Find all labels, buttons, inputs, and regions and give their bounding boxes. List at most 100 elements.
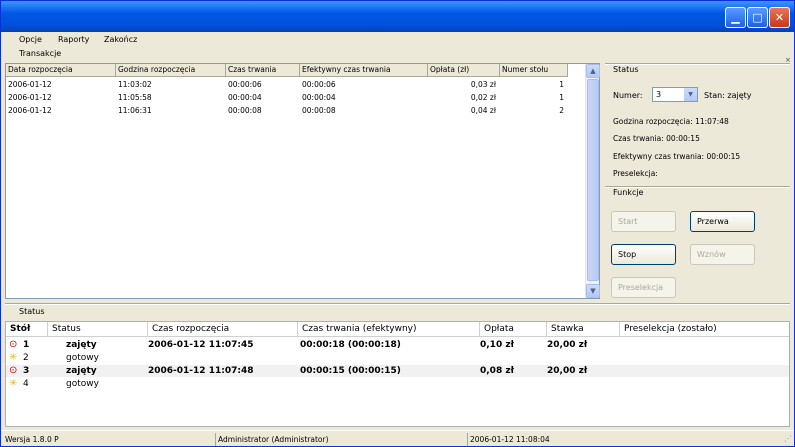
status-table-group-label: Status bbox=[19, 307, 45, 316]
numer-label: Numer: bbox=[613, 91, 643, 100]
table-start: 2006-01-12 11:07:48 bbox=[148, 366, 254, 376]
table-status: gotowy bbox=[66, 353, 99, 363]
pause-button[interactable]: Przerwa bbox=[690, 211, 755, 232]
vertical-scrollbar[interactable]: ▲ ▼ bbox=[585, 64, 600, 298]
table-duration: 00:00:15 (00:00:15) bbox=[300, 366, 401, 376]
user-label: Administrator (Administrator) bbox=[215, 433, 465, 446]
scroll-up-arrow-icon[interactable]: ▲ bbox=[586, 64, 600, 78]
table-status: zajęty bbox=[66, 366, 97, 376]
close-button[interactable]: ✕ bbox=[769, 7, 790, 28]
cell-table-number: 1 bbox=[559, 93, 564, 102]
col-header-fee[interactable]: Opłata (zł) bbox=[428, 64, 500, 77]
cell-fee: 0,03 zł bbox=[470, 80, 496, 89]
menu-raporty[interactable]: Raporty bbox=[58, 35, 89, 44]
table-row[interactable]: 2006-01-12 11:05:58 00:00:04 00:00:04 0,… bbox=[6, 91, 599, 104]
list-item[interactable]: ⊙ 1 zajęty 2006-01-12 11:07:45 00:00:18 … bbox=[6, 339, 789, 351]
cell-effective-duration: 00:00:08 bbox=[302, 106, 336, 115]
chevron-down-icon[interactable]: ▼ bbox=[684, 88, 697, 101]
transactions-table[interactable]: Data rozpoczęcia Godzina rozpoczęcia Cza… bbox=[5, 63, 600, 299]
col-header-start-time[interactable]: Godzina rozpoczęcia bbox=[116, 64, 226, 77]
col-header-date[interactable]: Data rozpoczęcia bbox=[6, 64, 116, 77]
sun-icon: ✳ bbox=[9, 352, 18, 363]
cell-table-number: 1 bbox=[559, 80, 564, 89]
cell-duration: 00:00:06 bbox=[228, 80, 262, 89]
preselection-info: Preselekcja: bbox=[613, 169, 658, 178]
menu-bar: Opcje Raporty Zakończ bbox=[1, 32, 794, 49]
col-header-table-number[interactable]: Numer stołu bbox=[500, 64, 568, 77]
title-bar[interactable]: ▁ □ ✕ bbox=[1, 1, 794, 32]
list-item[interactable]: ⊙ 3 zajęty 2006-01-12 11:07:48 00:00:15 … bbox=[6, 365, 789, 377]
status-table-header: Stół Status Czas rozpoczęcia Czas trwani… bbox=[6, 322, 789, 337]
datetime-label: 2006-01-12 11:08:04 bbox=[467, 433, 767, 446]
dock-close-icon[interactable]: × bbox=[785, 56, 791, 64]
col-header-duration[interactable]: Czas trwania bbox=[226, 64, 300, 77]
cell-fee: 0,02 zł bbox=[470, 93, 496, 102]
cell-table-number: 2 bbox=[559, 106, 564, 115]
status-table-divider bbox=[5, 303, 790, 305]
duration-info: Czas trwania: 00:00:15 bbox=[613, 134, 700, 143]
start-time-info: Godzina rozpoczęcia: 11:07:48 bbox=[613, 117, 729, 126]
col-header-preselection[interactable]: Preselekcja (zostało) bbox=[620, 322, 790, 337]
preselection-button[interactable]: Preselekcja bbox=[611, 277, 676, 298]
transactions-group-label: Transakcje bbox=[19, 49, 62, 58]
col-header-table[interactable]: Stół bbox=[6, 322, 48, 337]
sun-icon: ✳ bbox=[9, 378, 18, 389]
cell-date: 2006-01-12 bbox=[8, 93, 52, 102]
scroll-down-arrow-icon[interactable]: ▼ bbox=[586, 284, 600, 298]
cell-date: 2006-01-12 bbox=[8, 80, 52, 89]
clock-icon: ⊙ bbox=[9, 365, 18, 376]
cell-start-time: 11:05:58 bbox=[118, 93, 152, 102]
list-item[interactable]: ✳ 2 gotowy bbox=[6, 352, 789, 364]
maximize-button[interactable]: □ bbox=[747, 7, 768, 28]
table-rate: 20,00 zł bbox=[547, 366, 588, 376]
table-status: gotowy bbox=[66, 379, 99, 389]
application-window: ▁ □ ✕ Opcje Raporty Zakończ Transakcje D… bbox=[0, 0, 795, 447]
table-fee: 0,08 zł bbox=[480, 366, 514, 376]
table-duration: 00:00:18 (00:00:18) bbox=[300, 340, 401, 350]
cell-effective-duration: 00:00:06 bbox=[302, 80, 336, 89]
cell-duration: 00:00:04 bbox=[228, 93, 262, 102]
col-header-effective-duration[interactable]: Efektywny czas trwania bbox=[300, 64, 428, 77]
cell-effective-duration: 00:00:04 bbox=[302, 93, 336, 102]
minimize-button[interactable]: ▁ bbox=[725, 7, 746, 28]
numer-select-value: 3 bbox=[656, 90, 662, 99]
table-number: 2 bbox=[23, 353, 29, 363]
table-number: 3 bbox=[23, 366, 30, 376]
functions-group-label: Funkcje bbox=[613, 188, 644, 197]
list-item[interactable]: ✳ 4 gotowy bbox=[6, 378, 789, 390]
table-status: zajęty bbox=[66, 340, 97, 350]
table-rate: 20,00 zł bbox=[547, 340, 588, 350]
status-group-label: Status bbox=[613, 65, 639, 74]
scroll-thumb[interactable] bbox=[587, 79, 599, 281]
clock-icon: ⊙ bbox=[9, 339, 18, 350]
table-row[interactable]: 2006-01-12 11:03:02 00:00:06 00:00:06 0,… bbox=[6, 78, 599, 91]
tables-status-list[interactable]: Stół Status Czas rozpoczęcia Czas trwani… bbox=[5, 321, 790, 427]
resize-grip-icon[interactable]: ⋰ bbox=[784, 434, 792, 443]
cell-date: 2006-01-12 bbox=[8, 106, 52, 115]
cell-start-time: 11:03:02 bbox=[118, 80, 152, 89]
cell-fee: 0,04 zł bbox=[470, 106, 496, 115]
cell-start-time: 11:06:31 bbox=[118, 106, 152, 115]
col-header-status[interactable]: Status bbox=[48, 322, 148, 337]
table-number: 1 bbox=[23, 340, 30, 350]
effective-duration-info: Efektywny czas trwania: 00:00:15 bbox=[613, 152, 741, 161]
cell-duration: 00:00:08 bbox=[228, 106, 262, 115]
resume-button[interactable]: Wznów bbox=[690, 244, 755, 265]
col-header-duration-effective[interactable]: Czas trwania (efektywny) bbox=[298, 322, 480, 337]
table-row[interactable]: 2006-01-12 11:06:31 00:00:08 00:00:08 0,… bbox=[6, 104, 599, 117]
transactions-header: Data rozpoczęcia Godzina rozpoczęcia Cza… bbox=[6, 64, 585, 77]
menu-zakoncz[interactable]: Zakończ bbox=[104, 35, 137, 44]
status-bar: Wersja 1.8.0 P Administrator (Administra… bbox=[1, 430, 794, 446]
col-header-rate[interactable]: Stawka bbox=[547, 322, 620, 337]
table-fee: 0,10 zł bbox=[480, 340, 514, 350]
stan-label: Stan: zajęty bbox=[704, 91, 752, 100]
col-header-start[interactable]: Czas rozpoczęcia bbox=[148, 322, 298, 337]
col-header-fee[interactable]: Opłata bbox=[480, 322, 547, 337]
table-number: 4 bbox=[23, 379, 29, 389]
start-button[interactable]: Start bbox=[611, 211, 676, 232]
numer-select[interactable]: 3 ▼ bbox=[652, 87, 698, 102]
table-start: 2006-01-12 11:07:45 bbox=[148, 340, 254, 350]
version-label: Wersja 1.8.0 P bbox=[5, 435, 59, 444]
stop-button[interactable]: Stop bbox=[611, 244, 676, 265]
menu-opcje[interactable]: Opcje bbox=[19, 35, 42, 44]
